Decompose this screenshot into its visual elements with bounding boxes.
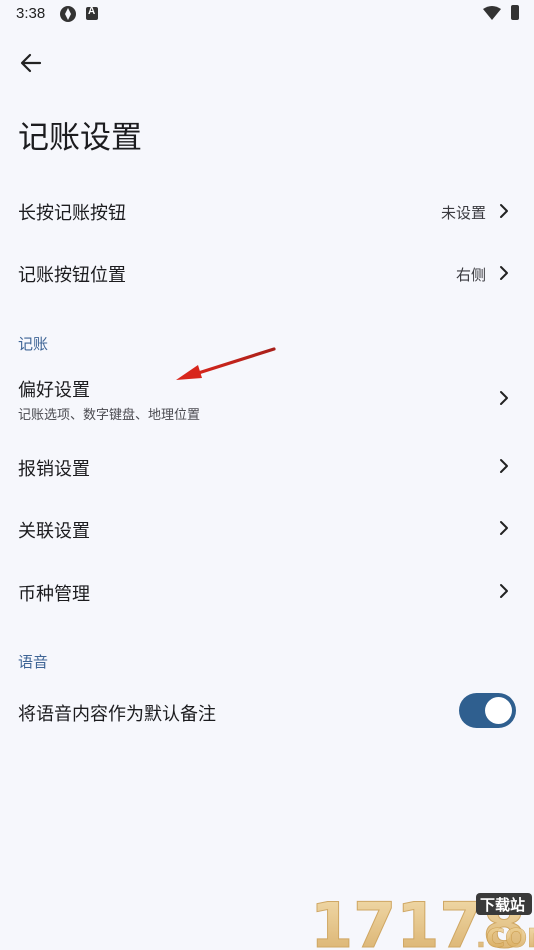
chevron-right-icon xyxy=(500,521,508,535)
long-press-label: 长按记账按钮 xyxy=(18,203,126,224)
back-arrow-icon[interactable] xyxy=(14,46,48,80)
preferences-label: 偏好设置 xyxy=(18,380,90,401)
chevron-right-icon xyxy=(500,584,508,598)
keyboard-notification-icon xyxy=(86,6,98,20)
annotation-arrow-icon xyxy=(176,347,276,380)
chevron-right-icon xyxy=(500,266,508,280)
long-press-value: 未设置 xyxy=(440,204,486,222)
linking-label: 关联设置 xyxy=(18,521,90,542)
voice-note-row[interactable]: 将语音内容作为默认备注 xyxy=(0,682,534,738)
long-press-button-row[interactable]: 长按记账按钮 未设置 xyxy=(0,183,534,239)
reimbursement-label: 报销设置 xyxy=(18,459,90,480)
voice-note-toggle[interactable] xyxy=(459,693,516,728)
site-watermark-logo: 17178 下载站 .COM xyxy=(310,889,534,950)
chevron-right-icon xyxy=(500,391,508,405)
reimbursement-row[interactable]: 报销设置 xyxy=(0,438,534,494)
button-position-row[interactable]: 记账按钮位置 右侧 xyxy=(0,245,534,301)
section-header-accounting: 记账 xyxy=(18,335,49,353)
preferences-subtitle: 记账选项、数字键盘、地理位置 xyxy=(18,408,201,423)
wifi-icon xyxy=(483,6,501,20)
button-position-value: 右侧 xyxy=(455,266,486,284)
toggle-knob xyxy=(485,697,512,724)
battery-icon xyxy=(511,5,519,20)
app-notification-icon xyxy=(60,6,76,22)
status-bar: 3:38 xyxy=(0,0,534,28)
chevron-right-icon xyxy=(500,204,508,218)
section-header-voice: 语音 xyxy=(18,653,49,671)
voice-note-label: 将语音内容作为默认备注 xyxy=(18,704,216,725)
page-title: 记账设置 xyxy=(18,120,142,156)
button-position-label: 记账按钮位置 xyxy=(18,265,126,286)
currency-label: 币种管理 xyxy=(18,584,90,605)
svg-text:.COM: .COM xyxy=(476,924,534,950)
currency-row[interactable]: 币种管理 xyxy=(0,563,534,619)
chevron-right-icon xyxy=(500,459,508,473)
svg-text:下载站: 下载站 xyxy=(480,896,525,914)
linking-row[interactable]: 关联设置 xyxy=(0,500,534,556)
status-time: 3:38 xyxy=(16,5,46,22)
